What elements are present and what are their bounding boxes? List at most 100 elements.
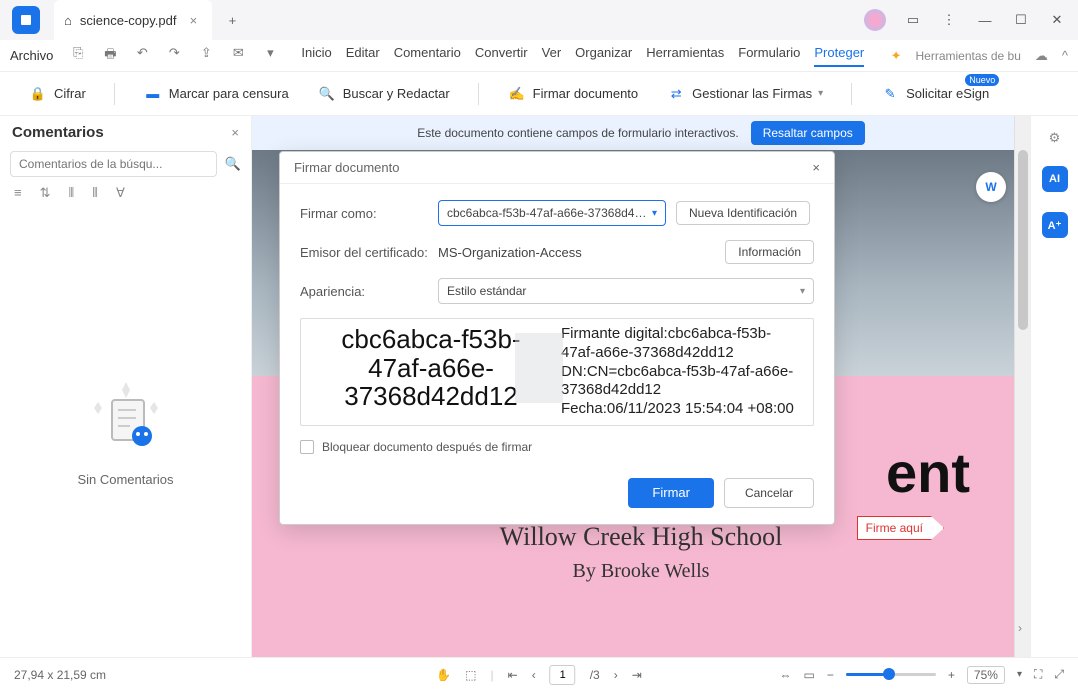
zoom-in-icon[interactable]: + (948, 668, 955, 682)
menu-convertir[interactable]: Convertir (475, 45, 528, 67)
share-icon[interactable]: ⇪ (197, 45, 215, 67)
scroll-thumb[interactable] (1018, 150, 1028, 330)
word-export-icon[interactable]: W (976, 172, 1006, 202)
appearance-value: Estilo estándar (447, 284, 526, 298)
close-window-icon[interactable]: ✕ (1048, 11, 1066, 29)
fit-width-icon[interactable]: ⇔ (780, 668, 792, 682)
manage-signatures-label: Gestionar las Firmas (692, 86, 812, 101)
find-redact-button[interactable]: 🔍 Buscar y Redactar (317, 84, 450, 104)
ai-translate-icon[interactable]: A⁺ (1042, 212, 1068, 238)
titlebar: ⌂ science-copy.pdf × + ▭ ⋮ — ☐ ✕ (0, 0, 1078, 40)
menu-comentario[interactable]: Comentario (394, 45, 461, 67)
adjustments-icon[interactable]: ⚙ (1049, 130, 1061, 146)
request-esign-button[interactable]: ✎ Solicitar eSign Nuevo (880, 84, 989, 104)
save-icon[interactable]: 🖶 (101, 45, 119, 67)
select-tool-icon[interactable]: ⬚ (465, 668, 476, 682)
first-page-icon[interactable]: ⇤ (508, 668, 518, 682)
lock-icon: 🔒 (28, 84, 48, 104)
search-icon[interactable]: 🔍 (225, 156, 241, 172)
close-sidebar-icon[interactable]: × (231, 125, 239, 140)
maximize-icon[interactable]: ☐ (1012, 11, 1030, 29)
redact-icon: ▬ (143, 84, 163, 104)
read-mode-icon[interactable]: ⛶ (1034, 667, 1042, 682)
page-total: /3 (590, 668, 600, 682)
comments-sidebar: Comentarios × 🔍 ≡ ⇅ ⦀ ⦀ ∀ (0, 116, 252, 657)
zoom-slider[interactable] (846, 673, 936, 676)
sign-here-field[interactable]: Firme aquí (857, 516, 944, 540)
zoom-dropdown-icon[interactable]: ▾ (1017, 669, 1022, 680)
issuer-value: MS-Organization-Access (438, 245, 715, 260)
zoom-out-icon[interactable]: − (827, 668, 834, 682)
sign-as-label: Firmar como: (300, 206, 428, 221)
protect-toolbar: 🔒 Cifrar ▬ Marcar para censura 🔍 Buscar … (0, 72, 1078, 116)
more-quick-icon[interactable]: ▾ (261, 45, 279, 67)
preview-date: Fecha:06/11/2023 15:54:04 +08:00 (561, 400, 803, 419)
search-redact-icon: 🔍 (317, 84, 337, 104)
vertical-scrollbar[interactable]: › (1014, 116, 1030, 657)
dialog-title: Firmar documento (294, 160, 399, 175)
filter-funnel-icon[interactable]: ∀ (116, 185, 125, 201)
menu-herramientas[interactable]: Herramientas (646, 45, 724, 67)
redo-icon[interactable]: ↷ (165, 45, 183, 67)
coords-text: 27,94 x 21,59 cm (14, 668, 106, 682)
esign-icon: ✎ (880, 84, 900, 104)
close-tab-icon[interactable]: × (184, 11, 202, 29)
fit-page-icon[interactable]: ▭ (804, 668, 815, 682)
menu-organizar[interactable]: Organizar (575, 45, 632, 67)
right-rail: ⚙ AI A⁺ (1030, 116, 1078, 657)
manage-signatures-button[interactable]: ⇄ Gestionar las Firmas ▾ (666, 84, 823, 104)
mark-redact-button[interactable]: ▬ Marcar para censura (143, 84, 289, 104)
last-page-icon[interactable]: ⇥ (632, 668, 642, 682)
menubar: Archivo ⎘ 🖶 ↶ ↷ ⇪ ✉ ▾ Inicio Editar Come… (0, 40, 1078, 72)
menu-proteger[interactable]: Proteger (814, 45, 864, 67)
filter-bar-icon[interactable]: ⦀ (69, 185, 75, 201)
filter-sort-icon[interactable]: ⇅ (40, 185, 51, 201)
user-avatar[interactable] (864, 9, 886, 31)
fullscreen-icon[interactable]: ⤢ (1054, 667, 1064, 682)
empty-state: Sin Comentarios (0, 207, 251, 657)
menu-ver[interactable]: Ver (542, 45, 562, 67)
next-page-icon[interactable]: › (614, 668, 618, 682)
collapse-ribbon-icon[interactable]: ^ (1062, 48, 1068, 63)
open-icon[interactable]: ⎘ (69, 45, 87, 67)
hand-tool-icon[interactable]: ✋ (436, 668, 451, 682)
sign-as-select[interactable]: cbc6abca-f53b-47af-a66e-37368d42dd ▾ (438, 200, 666, 226)
preview-dn: DN:CN=cbc6abca-f53b-47af-a66e-37368d42dd… (561, 363, 803, 401)
cancel-button[interactable]: Cancelar (724, 478, 814, 508)
file-menu[interactable]: Archivo (10, 48, 53, 63)
settings-sign-icon: ⇄ (666, 84, 686, 104)
mail-icon[interactable]: ✉ (229, 45, 247, 67)
signature-icon: ✍ (507, 84, 527, 104)
undo-icon[interactable]: ↶ (133, 45, 151, 67)
scroll-down-icon[interactable]: › (1018, 621, 1022, 635)
nuevo-badge: Nuevo (965, 74, 999, 86)
home-icon: ⌂ (64, 13, 72, 28)
page-input[interactable] (550, 665, 576, 685)
ai-tools-label[interactable]: Herramientas de bu (916, 49, 1021, 63)
kebab-menu-icon[interactable]: ⋮ (940, 11, 958, 29)
appearance-select[interactable]: Estilo estándar ▾ (438, 278, 814, 304)
close-dialog-icon[interactable]: × (812, 160, 820, 175)
comment-search-input[interactable] (10, 151, 217, 177)
prev-page-icon[interactable]: ‹ (532, 668, 536, 682)
menu-editar[interactable]: Editar (346, 45, 380, 67)
feedback-icon[interactable]: ▭ (904, 11, 922, 29)
add-tab-button[interactable]: + (220, 8, 244, 32)
ai-chat-icon[interactable]: AI (1042, 166, 1068, 192)
minimize-icon[interactable]: — (976, 11, 994, 29)
document-tab[interactable]: ⌂ science-copy.pdf × (54, 0, 212, 40)
menu-inicio[interactable]: Inicio (301, 45, 331, 67)
lock-checkbox[interactable] (300, 440, 314, 454)
filter-bar2-icon[interactable]: ⦀ (92, 185, 98, 201)
filter-list-icon[interactable]: ≡ (14, 185, 22, 201)
sign-document-button[interactable]: ✍ Firmar documento (507, 84, 638, 104)
cloud-icon[interactable]: ☁ (1035, 48, 1048, 64)
ai-wand-icon[interactable]: ✦ (891, 48, 902, 64)
sign-button[interactable]: Firmar (628, 478, 714, 508)
new-id-button[interactable]: Nueva Identificación (676, 201, 810, 225)
highlight-fields-button[interactable]: Resaltar campos (751, 121, 865, 145)
chevron-down-icon: ▾ (652, 208, 657, 219)
menu-formulario[interactable]: Formulario (738, 45, 800, 67)
info-button[interactable]: Información (725, 240, 814, 264)
encrypt-button[interactable]: 🔒 Cifrar (28, 84, 86, 104)
